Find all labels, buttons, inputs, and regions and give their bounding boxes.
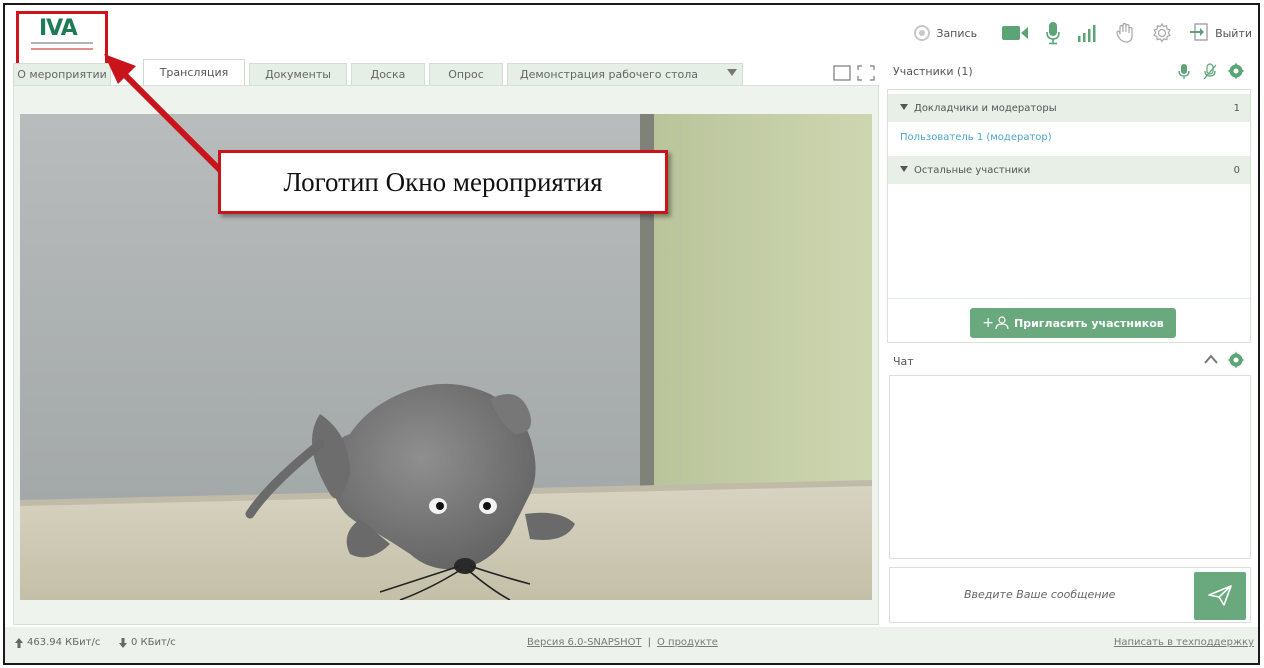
version-link[interactable]: Версия 6.0-SNAPSHOT [527,637,642,648]
upload-rate: 463.94 КБит/с [15,637,100,648]
download-value: 0 КБит/с [131,637,176,648]
group-other-participants[interactable]: Остальные участники 0 [888,156,1250,184]
microphone-icon[interactable] [1045,21,1061,45]
record-label: Запись [936,26,978,40]
record-icon [914,25,931,41]
chat-title: Чат [893,355,914,368]
camera-icon[interactable] [1001,24,1029,42]
microphone-off-icon[interactable] [1203,63,1217,84]
collapse-triangle-icon [900,103,908,114]
send-icon [1207,583,1233,610]
top-bar: IVA Запись Выйти [5,5,1258,67]
exit-label: Выйти [1215,26,1252,40]
tab-label: Опрос [448,68,484,81]
raise-hand-icon[interactable] [1115,22,1135,44]
collapse-chevron-icon[interactable] [1203,353,1219,368]
tabs-bar: О мероприятии Трансляция Документы Доска… [5,59,887,85]
tab-label: Демонстрация рабочего стола [520,68,698,81]
add-user-icon: + [982,315,1010,331]
support-info: Написать в техподдержку [1114,637,1254,648]
signal-icon [1077,23,1099,43]
annotation-text: Логотип Окно мероприятия [283,166,603,197]
logo-line [31,42,93,44]
tab-broadcast[interactable]: Трансляция [143,59,245,85]
group-speakers-moderators[interactable]: Докладчики и модераторы 1 [888,94,1250,122]
separator: | [647,637,651,648]
send-button[interactable] [1194,572,1246,620]
exit-button[interactable]: Выйти [1189,22,1252,45]
chat-header: Чат [887,349,1251,373]
support-link[interactable]: Написать в техподдержку [1114,637,1254,648]
invite-participants-button[interactable]: + Пригласить участников [970,308,1176,338]
window-mode-icon[interactable] [833,65,851,84]
collapse-triangle-icon [900,165,908,176]
chat-settings-icon[interactable] [1227,351,1245,372]
tab-label: О мероприятии [17,68,107,81]
chat-messages[interactable] [889,375,1251,559]
version-info: Версия 6.0-SNAPSHOT | О продукте [527,637,718,648]
chat-input-placeholder: Введите Ваше сообщение [964,588,1116,601]
status-bar: 463.94 КБит/с 0 КБит/с Версия 6.0-SNAPSH… [5,627,1258,663]
logo-mark: IVA [39,16,78,41]
gear-icon[interactable] [1151,22,1173,44]
tab-label: Документы [265,68,331,81]
group-count: 1 [1233,102,1240,114]
exit-icon [1189,22,1209,45]
tab-label: Трансляция [159,66,229,79]
divider [888,298,1250,299]
logo-line [31,48,93,50]
annotation-callout: Логотип Окно мероприятия [218,150,668,214]
app-window: IVA Запись Выйти О мероприятии Трансляци… [3,3,1260,665]
about-link[interactable]: О продукте [657,637,718,648]
participant-user[interactable]: Пользователь 1 (модератор) [900,132,1052,143]
top-controls: Запись Выйти [914,19,1258,47]
tab-whiteboard[interactable]: Доска [351,63,425,85]
chat-input-box[interactable]: Введите Ваше сообщение [889,567,1251,623]
tab-screen-share[interactable]: Демонстрация рабочего стола [507,63,743,85]
tabs-dropdown-icon[interactable] [727,67,737,79]
mute-all-icon[interactable] [1177,63,1191,84]
tab-label: Доска [370,68,406,81]
fullscreen-icon[interactable] [857,65,875,84]
layout-controls [833,65,875,84]
group-label: Докладчики и модераторы [914,102,1057,114]
download-rate: 0 КБит/с [119,637,176,648]
invite-label: Пригласить участников [1013,316,1164,330]
upload-value: 463.94 КБит/с [27,637,101,648]
participants-title: Участники (1) [893,65,973,78]
participants-settings-icon[interactable] [1227,62,1245,83]
participants-panel: Докладчики и модераторы 1 Пользователь 1… [887,89,1251,343]
arrow-down-icon [119,637,127,648]
record-button[interactable]: Запись [914,25,977,41]
group-label: Остальные участники [914,164,1031,176]
arrow-up-icon [15,637,23,648]
tab-poll[interactable]: Опрос [429,63,503,85]
tab-documents[interactable]: Документы [249,63,347,85]
group-count: 0 [1233,164,1240,176]
tab-about-event[interactable]: О мероприятии [13,63,111,85]
